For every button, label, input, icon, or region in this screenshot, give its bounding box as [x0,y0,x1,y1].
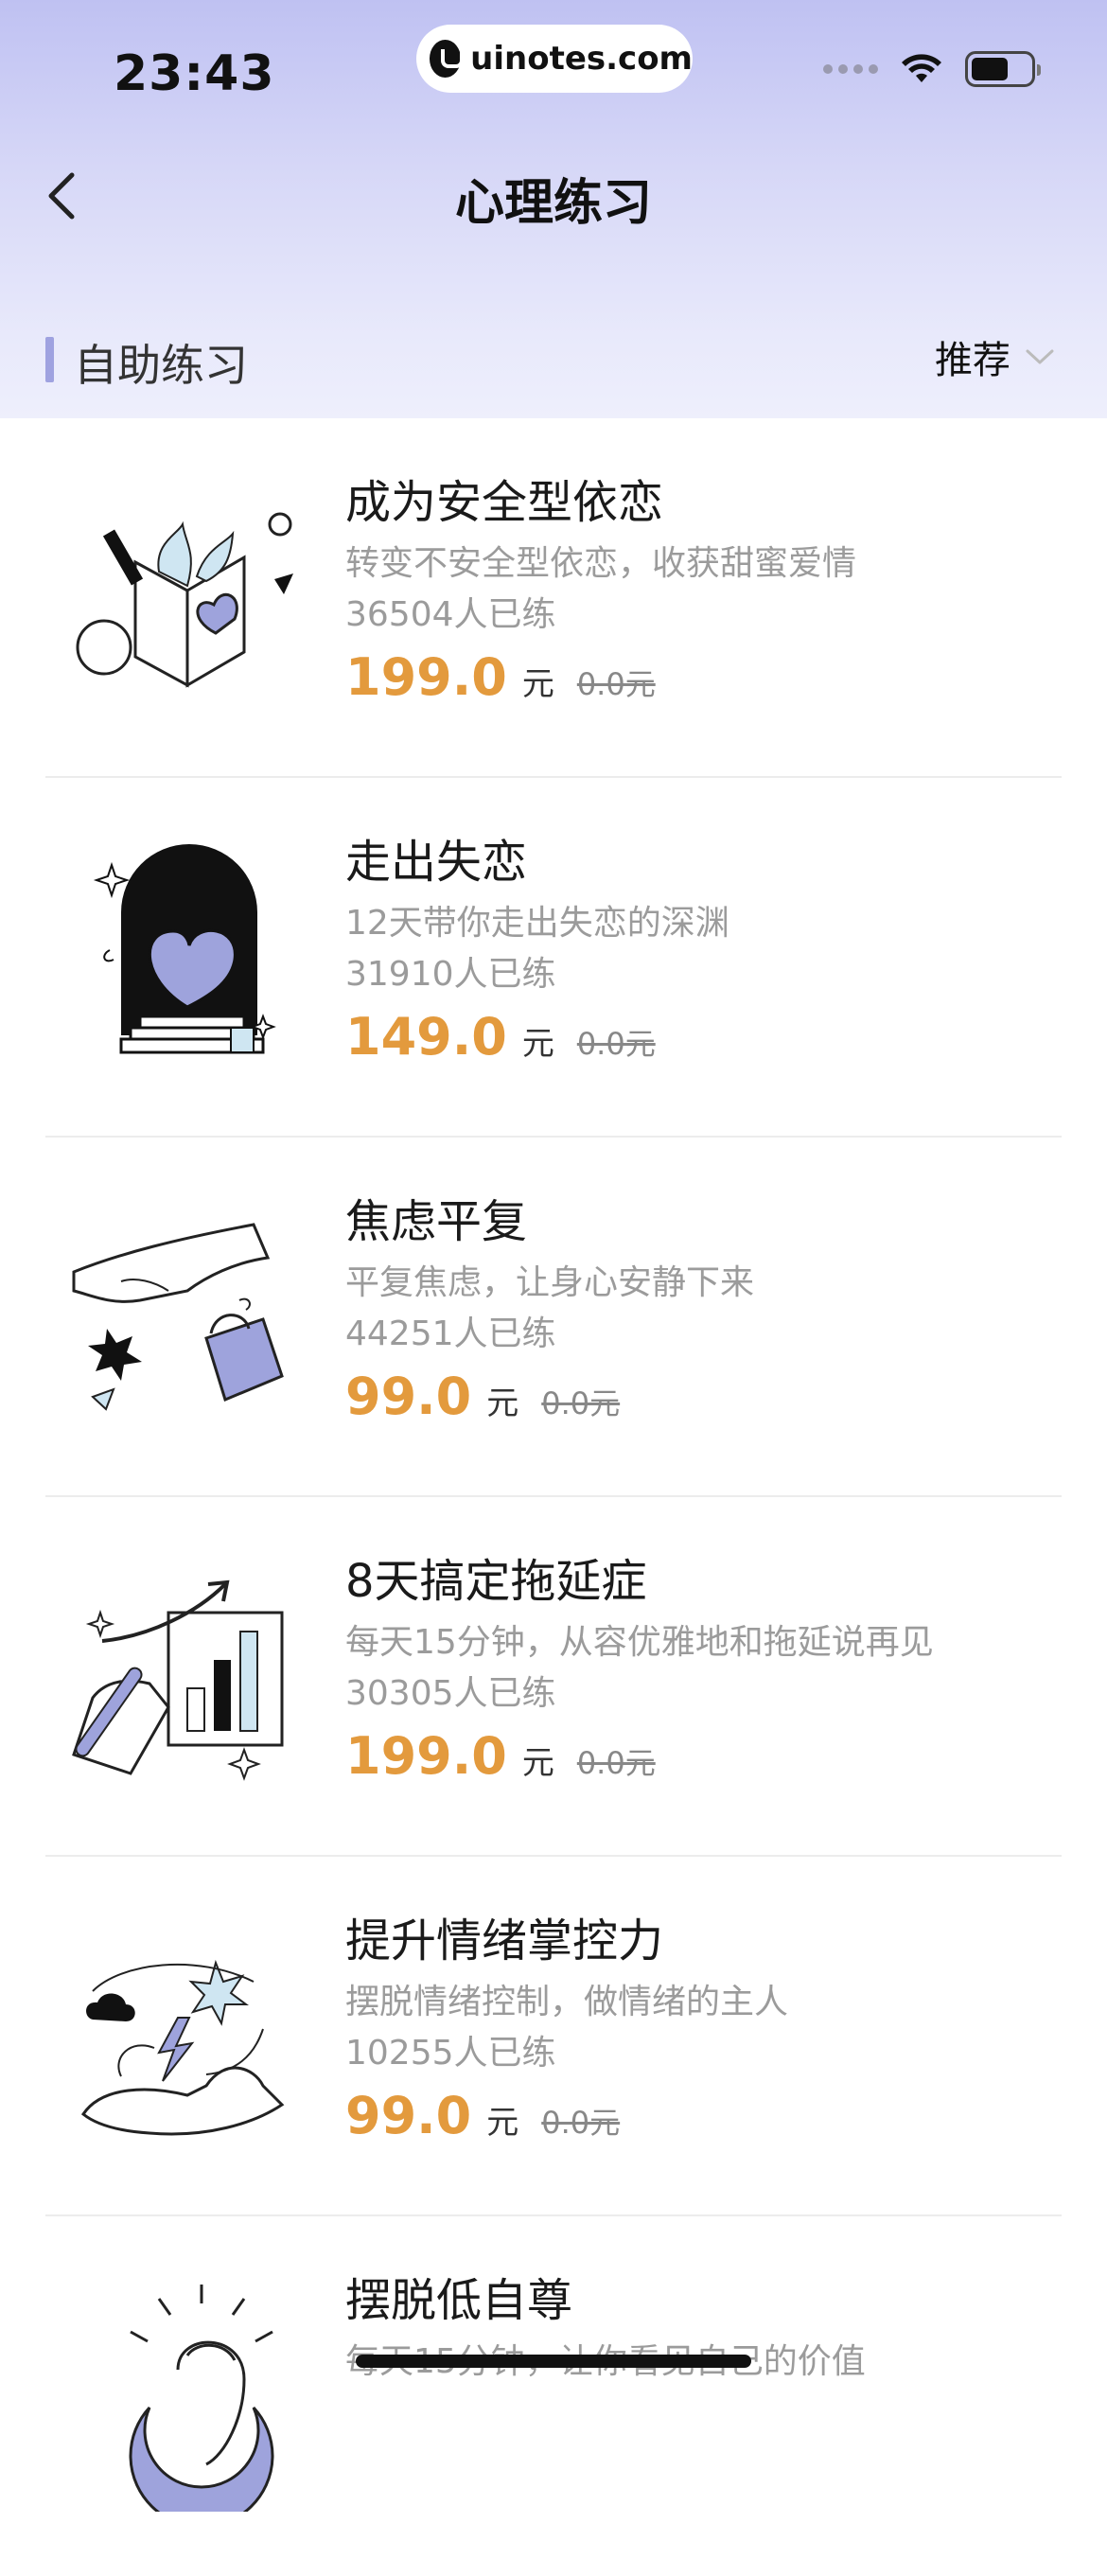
section-marker [45,337,54,382]
home-indicator [356,2355,751,2368]
item-count: 31910人已练 [345,955,556,994]
list-item[interactable]: 摆脱低自尊 每天15分钟，让你看见自己的价值 [45,2216,1062,2576]
price: 149.0 [345,1007,507,1067]
item-title: 提升情绪掌控力 [345,1914,664,1967]
status-time: 23:43 [114,45,275,102]
wifi-icon [902,54,941,82]
item-title: 摆脱低自尊 [345,2274,573,2327]
url-pill[interactable]: uinotes.com [416,25,693,93]
list-item[interactable]: 焦虑平复 平复焦虑，让身心安静下来 44251人已练 99.0 元 0.0元 [45,1138,1062,1497]
statue-moon-illustration [129,2285,274,2512]
item-desc: 平复焦虑，让身心安静下来 [345,1263,755,1302]
price-unit: 元 [521,1744,554,1782]
hand-storm-illustration [80,1959,285,2136]
chevron-down-icon [1026,349,1054,364]
list-item[interactable]: 8天搞定拖延症 每天15分钟，从容优雅地和拖延说再见 30305人已练 199.… [45,1497,1062,1857]
arch-heart-illustration [93,844,276,1054]
battery-icon [965,51,1041,87]
sort-dropdown[interactable]: 推荐 [935,329,1054,384]
price-unit: 元 [521,1025,554,1063]
price-row: 199.0 元 0.0元 [345,1726,1046,1786]
practice-list: 成为安全型依恋 转变不安全型依恋，收获甜蜜爱情 36504人已练 199.0 元… [0,418,1107,2576]
price: 99.0 [345,1367,472,1426]
page-title: 心理练习 [454,175,652,232]
price-row: 149.0 元 0.0元 [345,1007,1046,1067]
price: 199.0 [345,1726,507,1786]
signal-icon [823,64,878,74]
list-item[interactable]: 提升情绪掌控力 摆脱情绪控制，做情绪的主人 10255人已练 99.0 元 0.… [45,1857,1062,2216]
price-row: 199.0 元 0.0元 [345,647,1046,707]
item-desc: 每天15分钟，从容优雅地和拖延说再见 [345,1623,934,1662]
uinotes-logo-icon [430,40,465,78]
list-item[interactable]: 成为安全型依恋 转变不安全型依恋，收获甜蜜爱情 36504人已练 199.0 元… [45,418,1062,778]
price-unit: 元 [521,665,554,703]
item-count: 30305人已练 [345,1674,556,1713]
section-title: 自助练习 [74,340,248,391]
item-desc: 摆脱情绪控制，做情绪的主人 [345,1983,789,2021]
item-title: 走出失恋 [345,836,528,889]
chevron-left-icon [48,172,75,220]
original-price: 0.0元 [576,1745,656,1781]
original-price: 0.0元 [576,1026,656,1062]
item-title: 焦虑平复 [345,1195,528,1248]
status-icons [823,51,1041,87]
item-desc: 12天带你走出失恋的深渊 [345,904,729,943]
hand-bag-illustration [72,1223,284,1411]
item-count: 36504人已练 [345,595,556,634]
price-row: 99.0 元 0.0元 [345,1367,1046,1426]
item-title: 成为安全型依恋 [345,476,664,529]
header: 23:43 uinotes.com 心理练习 自助练习 推荐 [0,0,1107,418]
price: 99.0 [345,2086,472,2145]
hand-chart-illustration [72,1579,284,1781]
price: 199.0 [345,647,507,707]
item-count: 10255人已练 [345,2034,556,2073]
original-price: 0.0元 [541,2105,621,2141]
item-desc: 转变不安全型依恋，收获甜蜜爱情 [345,544,857,583]
list-item[interactable]: 走出失恋 12天带你走出失恋的深渊 31910人已练 149.0 元 0.0元 [45,778,1062,1138]
price-unit: 元 [486,1385,519,1422]
back-button[interactable] [38,163,85,229]
item-title: 8天搞定拖延症 [345,1555,647,1608]
book-heart-illustration [76,512,293,688]
original-price: 0.0元 [576,666,656,702]
price-row: 99.0 元 0.0元 [345,2086,1046,2145]
price-unit: 元 [486,2104,519,2142]
item-count: 44251人已练 [345,1314,556,1353]
url-text: uinotes.com [470,40,693,78]
original-price: 0.0元 [541,1385,621,1421]
sort-label: 推荐 [935,339,1010,382]
